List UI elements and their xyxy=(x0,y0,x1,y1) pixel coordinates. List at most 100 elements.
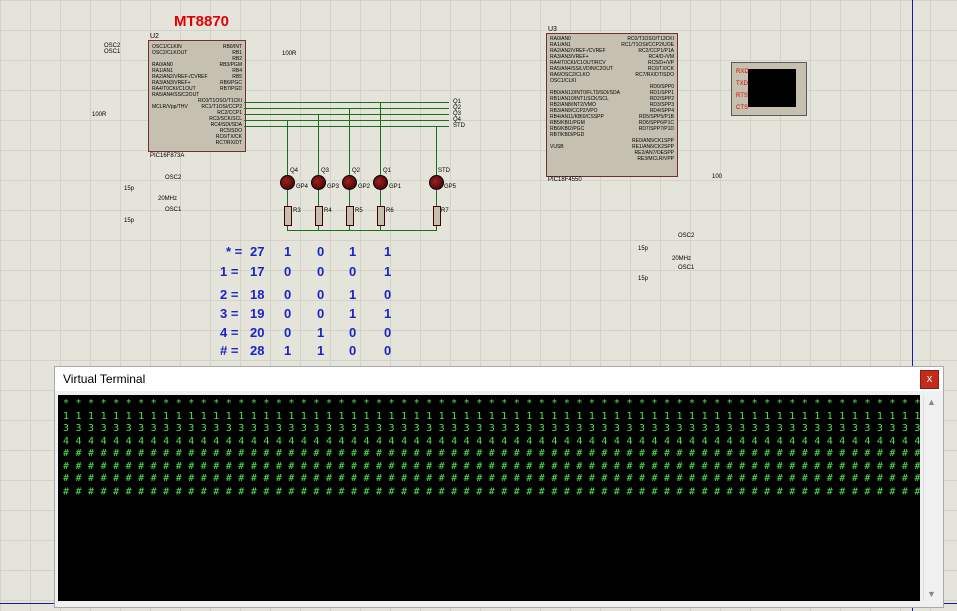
truth-bit: 0 xyxy=(349,325,357,340)
title-bar[interactable]: Virtual Terminal x xyxy=(55,367,943,391)
truth-bit: 0 xyxy=(317,306,325,321)
u3-left-pins: RA0/AN0 RA1/AN1 RA2/AN2/VREF-/CVREF RA3/AN3… xyxy=(550,36,620,150)
truth-bit: 1 xyxy=(284,244,292,259)
led-q2[interactable] xyxy=(342,175,357,190)
led-part-q1: GP1 xyxy=(389,184,402,190)
osc2-label-right: OSC2 xyxy=(678,233,695,239)
resistor-r6[interactable] xyxy=(377,206,385,226)
resistor-r4[interactable] xyxy=(315,206,323,226)
truth-code: 17 xyxy=(250,264,265,279)
osc2-label-left: OSC2 xyxy=(165,175,182,181)
resistor-r7[interactable] xyxy=(433,206,441,226)
truth-bit: 0 xyxy=(317,264,325,279)
truth-bit: 0 xyxy=(349,264,357,279)
truth-key: 2 = xyxy=(220,287,239,302)
cap-label-right-2: 15p xyxy=(638,276,649,282)
truth-key: # = xyxy=(220,343,239,358)
terminal-line: 4 4 4 4 4 4 4 4 4 4 4 4 4 4 4 4 4 4 4 4 … xyxy=(63,435,920,447)
terminal-line: # # # # # # # # # # # # # # # # # # # # … xyxy=(63,448,920,459)
cap-label-left-1: 15p xyxy=(124,186,135,192)
terminal-line: 1 1 1 1 1 1 1 1 1 1 1 1 1 1 1 1 1 1 1 1 … xyxy=(63,410,920,422)
truth-bit: 0 xyxy=(317,287,325,302)
resistor-label-r3: R3 xyxy=(293,208,301,214)
u3-chip[interactable]: RA0/AN0 RA1/AN1 RA2/AN2/VREF-/CVREF RA3/AN3… xyxy=(546,33,678,177)
truth-bit: 0 xyxy=(317,244,325,259)
led-q3[interactable] xyxy=(311,175,326,190)
led-part-q2: GP2 xyxy=(358,184,371,190)
truth-bit: 1 xyxy=(384,264,392,279)
led-std[interactable] xyxy=(429,175,444,190)
truth-bit: 1 xyxy=(384,306,392,321)
truth-bit: 1 xyxy=(284,343,292,358)
reset-res-label-left: 100R xyxy=(92,112,107,118)
truth-bit: 0 xyxy=(284,306,292,321)
rxd-pin-label: RXD xyxy=(736,69,749,75)
terminal-line: # # # # # # # # # # # # # # # # # # # # … xyxy=(63,460,920,472)
u2-chip[interactable]: OSC1/CLKIN OSC2/CLKOUT RA0/AN0 RA1/AN1 RA2/… xyxy=(148,40,246,152)
u2-ref: U2 xyxy=(150,33,159,40)
truth-bit: 0 xyxy=(384,325,392,340)
truth-bit: 0 xyxy=(349,343,357,358)
u3-left-pin: VUSB xyxy=(550,144,564,150)
scroll-up-icon[interactable]: ▲ xyxy=(927,397,936,407)
wire-q3 xyxy=(244,114,449,115)
crystal-label-left: 20MHz xyxy=(158,196,178,202)
cts-pin-label: CTS xyxy=(736,105,748,111)
vertical-scrollbar[interactable]: ▲ ▼ xyxy=(923,395,940,601)
led-label-q1: Q1 xyxy=(383,168,392,174)
u3-right-pin: RE3/MCLR/VPP xyxy=(637,156,674,162)
led-label-std: STD xyxy=(438,168,450,174)
net-label-std: STD xyxy=(453,123,465,129)
u3-right-pins: RC0/T1OSO/T13CKI RC1/T1OSI/CCP2/UOE RC2/CC… xyxy=(621,36,674,162)
truth-bit: 1 xyxy=(317,325,325,340)
wire-q1 xyxy=(244,102,449,103)
u3-ref: U3 xyxy=(548,26,557,33)
truth-code: 18 xyxy=(250,287,265,302)
crystal-label-right: 20MHz xyxy=(672,256,692,262)
resistor-label-r5: R5 xyxy=(355,208,363,214)
rts-pin-label: RTS xyxy=(736,93,748,99)
truth-bit: 0 xyxy=(284,325,292,340)
u3-part: PIC18F4550 xyxy=(548,177,582,183)
led-part-q3: GP3 xyxy=(327,184,340,190)
truth-code: 27 xyxy=(250,244,265,259)
led-part-q4: GP4 xyxy=(296,184,309,190)
wire-q2 xyxy=(244,108,449,109)
reset-res-label-right: 100 xyxy=(712,174,723,180)
resistor-r5[interactable] xyxy=(346,206,354,226)
led-label-q2: Q2 xyxy=(352,168,361,174)
osc1-label-right: OSC1 xyxy=(678,265,695,271)
truth-bit: 1 xyxy=(349,306,357,321)
truth-bit: 0 xyxy=(284,264,292,279)
led-label-q4: Q4 xyxy=(290,168,299,174)
truth-bit: 1 xyxy=(349,244,357,259)
truth-bit: 1 xyxy=(384,244,392,259)
truth-bit: 0 xyxy=(384,287,392,302)
terminal-output[interactable]: * * * * * * * * * * * * * * * * * * * * … xyxy=(58,395,920,601)
u2-right-pins: RB0/INT RB1 RB2 RB3/PGM RB4 RB5 RB6/PGC RB7/PGD… xyxy=(198,44,242,146)
resistor-label-r6: R6 xyxy=(386,208,394,214)
u2-right-pin: RC7/RX/DT xyxy=(215,140,242,146)
led-q4[interactable] xyxy=(280,175,295,190)
truth-key: * = xyxy=(226,244,243,259)
truth-code: 28 xyxy=(250,343,265,358)
scroll-down-icon[interactable]: ▼ xyxy=(927,589,936,599)
virtual-terminal-window[interactable]: Virtual Terminal x * * * * * * * * * * *… xyxy=(54,366,944,608)
truth-key: 1 = xyxy=(220,264,239,279)
virtual-terminal-part[interactable]: RXD TXD RTS CTS xyxy=(731,62,807,116)
resistor-r3[interactable] xyxy=(284,206,292,226)
terminal-line: # # # # # # # # # # # # # # # # # # # # … xyxy=(63,486,920,497)
terminal-line: 3 3 3 3 3 3 3 3 3 3 3 3 3 3 3 3 3 3 3 3 … xyxy=(63,423,920,434)
terminal-line: * * * * * * * * * * * * * * * * * * * * … xyxy=(63,398,920,409)
truth-bit: 1 xyxy=(349,287,357,302)
led-q1[interactable] xyxy=(373,175,388,190)
led-part-std: GP5 xyxy=(444,184,457,190)
reset-res-label-top: 100R xyxy=(282,51,297,57)
cap-label-left-2: 15p xyxy=(124,218,135,224)
osc1-label-left: OSC1 xyxy=(165,207,182,213)
cap-label-right-1: 15p xyxy=(638,246,649,252)
truth-code: 20 xyxy=(250,325,265,340)
close-button[interactable]: x xyxy=(920,370,939,389)
truth-code: 19 xyxy=(250,306,265,321)
schematic-title: MT8870 xyxy=(174,13,230,30)
